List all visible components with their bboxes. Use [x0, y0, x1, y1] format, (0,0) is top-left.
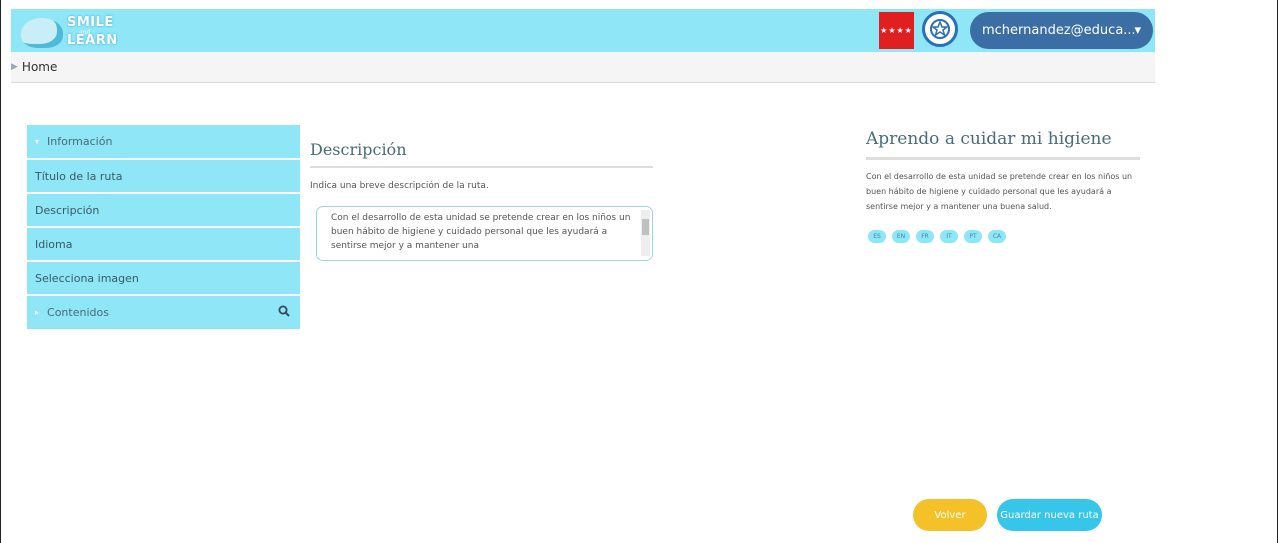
sidebar-item-descripcion[interactable]: Descripción — [27, 194, 300, 226]
language-tag: CA — [988, 230, 1006, 243]
language-tag: IT — [940, 230, 958, 243]
user-menu-button[interactable]: mchernandez@educa... ▾ — [970, 12, 1153, 49]
smile-and-learn-logo[interactable]: SMILE and LEARN — [21, 12, 131, 50]
window-border-left — [0, 0, 1, 543]
sidebar-item-contenidos[interactable]: ▸ Contenidos — [27, 296, 300, 329]
language-tag: EN — [892, 230, 910, 243]
back-button[interactable]: Volver — [913, 499, 987, 531]
sidebar-item-idioma[interactable]: Idioma — [27, 228, 300, 260]
description-value: Con el desarrollo de esta unidad se pret… — [331, 213, 631, 251]
section-divider — [310, 166, 653, 168]
sidebar-item-label: Selecciona imagen — [35, 271, 139, 285]
sidebar-item-label: Título de la ruta — [35, 169, 123, 183]
sidebar-item-informacion[interactable]: ▾ Información — [27, 125, 300, 158]
sidebar-item-label: Idioma — [35, 237, 73, 251]
sidebar-item-label: Información — [47, 135, 113, 148]
sidebar-item-imagen[interactable]: Selecciona imagen — [27, 262, 300, 294]
description-textarea[interactable]: Con el desarrollo de esta unidad se pret… — [316, 206, 653, 261]
breadcrumb-home-link[interactable]: Home — [22, 60, 57, 74]
language-tag: PT — [964, 230, 982, 243]
language-tag: ES — [868, 230, 886, 243]
sidebar-item-label: Contenidos — [47, 306, 109, 319]
caret-down-icon: ▾ — [35, 137, 40, 146]
logo-line-1: SMILE — [67, 15, 114, 30]
preview-divider — [866, 157, 1140, 160]
language-tags: ES EN FR IT PT CA — [868, 230, 1006, 243]
language-tag: FR — [916, 230, 934, 243]
breadcrumb-arrow-icon: ▶ — [11, 62, 18, 72]
top-header: SMILE and LEARN ★★★★ mchernandez@educa..… — [11, 9, 1155, 52]
textarea-scrollbar[interactable] — [641, 210, 650, 256]
section-title: Descripción — [310, 140, 407, 159]
search-icon[interactable] — [278, 305, 290, 317]
user-email: mchernandez@educa... — [982, 23, 1135, 38]
caret-right-icon: ▸ — [35, 308, 40, 317]
description-hint: Indica una breve descripción de la ruta. — [310, 181, 489, 191]
preview-description: Con el desarrollo de esta unidad se pret… — [866, 172, 1133, 211]
preview-title: Aprendo a cuidar mi higiene — [866, 129, 1112, 149]
bird-mascot-icon — [21, 18, 63, 48]
save-route-button[interactable]: Guardar nueva ruta — [997, 499, 1102, 531]
chevron-down-icon: ▾ — [1134, 23, 1141, 38]
scrollbar-thumb[interactable] — [642, 219, 649, 235]
sidebar-item-titulo[interactable]: Título de la ruta — [27, 160, 300, 192]
sidebar: ▾ Información Título de la ruta Descripc… — [27, 125, 300, 331]
madrid-flag-icon: ★★★★ — [879, 12, 914, 49]
sidebar-item-label: Descripción — [35, 203, 100, 217]
logo-line-3: LEARN — [67, 33, 118, 48]
breadcrumb: ▶ Home — [11, 52, 1155, 83]
star-badge-icon — [922, 11, 958, 47]
